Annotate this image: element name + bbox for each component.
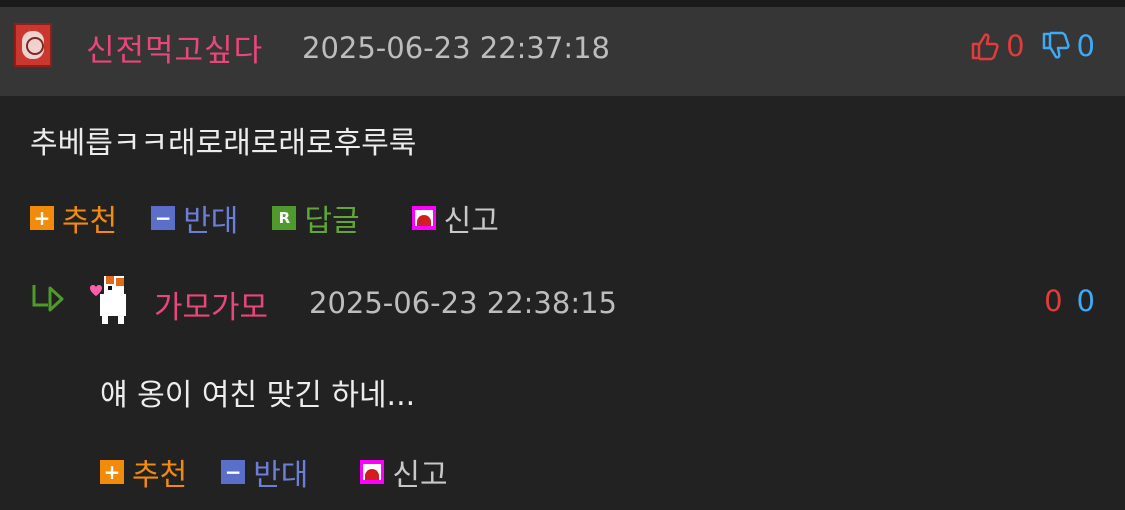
comment-actions: + 추천 − 반대 R 답글 신고 <box>30 196 533 240</box>
comment-datetime: 2025-06-23 22:37:18 <box>302 31 610 65</box>
reply-upvote-count[interactable]: 0 <box>1044 284 1062 318</box>
thumbs-up-icon[interactable] <box>970 31 1000 61</box>
comment-text: 추베릅ㅋㅋ래로래로래로후루룩 <box>30 126 417 161</box>
report-button[interactable]: 신고 <box>411 196 499 240</box>
avatar-ring <box>26 37 44 55</box>
reply-datetime: 2025-06-23 22:38:15 <box>309 286 617 320</box>
thumbs-down-icon[interactable] <box>1041 31 1071 61</box>
comment-votes: 0 0 <box>970 29 1095 63</box>
recommend-button[interactable]: + 추천 <box>30 196 117 240</box>
reply-username[interactable]: 가모가모 <box>154 282 268 327</box>
reply-downvote-count[interactable]: 0 <box>1077 284 1095 318</box>
reply-text: 얘 옹이 여친 맞긴 하네... <box>100 378 416 413</box>
minus-icon: − <box>151 206 176 230</box>
reply-button[interactable]: R 답글 <box>272 196 360 240</box>
reply-label: 답글 <box>304 204 360 239</box>
comment-upvote-count: 0 <box>1006 29 1025 63</box>
comment-username[interactable]: 신전먹고싶다 <box>86 25 263 70</box>
minus-icon: − <box>221 460 246 484</box>
reply-votes: 0 0 <box>1044 284 1095 318</box>
comment-downvote-count: 0 <box>1076 29 1095 63</box>
reply-arrow-icon <box>32 285 64 312</box>
report-label: 신고 <box>392 458 448 493</box>
reply-report-button[interactable]: 신고 <box>360 450 448 494</box>
siren-icon <box>411 206 436 230</box>
recommend-label: 추천 <box>62 204 118 239</box>
reply-icon: R <box>272 206 297 230</box>
reply-recommend-button[interactable]: + 추천 <box>100 450 187 494</box>
report-label: 신고 <box>443 204 499 239</box>
avatar[interactable] <box>14 23 52 67</box>
oppose-button[interactable]: − 반대 <box>151 196 238 240</box>
plus-icon: + <box>100 460 124 484</box>
reply-oppose-button[interactable]: − 반대 <box>221 450 308 494</box>
oppose-label: 반대 <box>253 458 309 493</box>
reply-avatar[interactable] <box>86 272 134 328</box>
reply-actions: + 추천 − 반대 신고 <box>100 450 482 494</box>
plus-icon: + <box>30 206 54 230</box>
comment-header: 신전먹고싶다 2025-06-23 22:37:18 0 0 <box>0 7 1125 96</box>
oppose-label: 반대 <box>183 204 239 239</box>
siren-icon <box>360 460 385 484</box>
recommend-label: 추천 <box>132 458 188 493</box>
top-divider <box>0 0 1125 7</box>
